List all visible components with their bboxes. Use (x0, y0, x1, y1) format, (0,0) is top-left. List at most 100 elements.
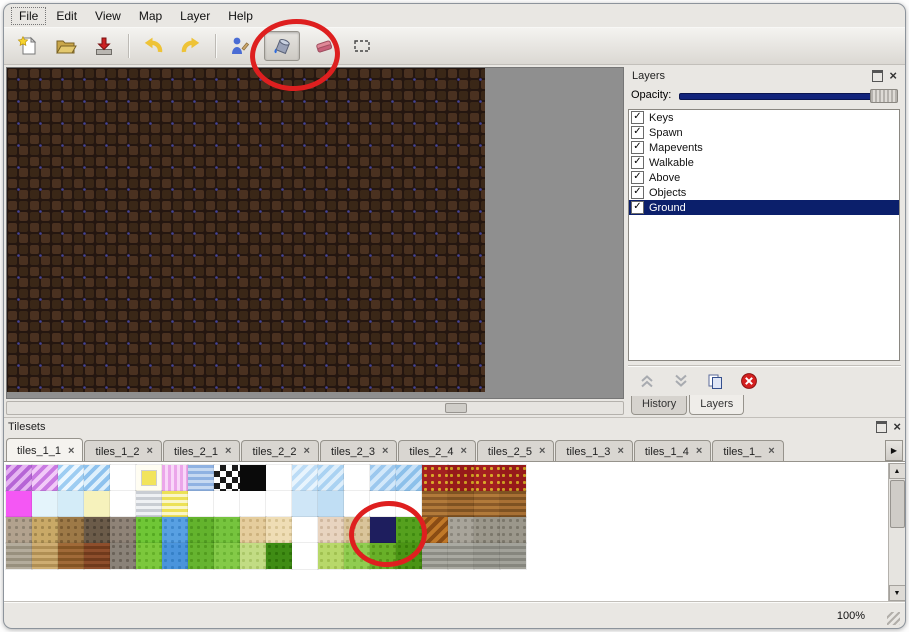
menu-view[interactable]: View (86, 6, 130, 26)
tileset-tile-r1c13[interactable] (344, 491, 370, 517)
tileset-tile-r0c6[interactable] (162, 465, 188, 491)
tileset-tile-r0c13[interactable] (344, 465, 370, 491)
layer-move-down-button[interactable] (670, 370, 692, 392)
tileset-tile-r0c16[interactable] (422, 465, 448, 491)
stamp-tool-button[interactable] (226, 32, 254, 60)
tileset-tile-r1c2[interactable] (58, 491, 84, 517)
tileset-tile-r2c11[interactable] (292, 517, 318, 543)
tab-close-icon[interactable]: × (68, 447, 74, 456)
panel-close-icon[interactable]: × (889, 71, 897, 81)
tab-scroll-right-button[interactable]: ▶ (885, 440, 903, 461)
layer-row-above[interactable]: ✓Above (629, 170, 899, 185)
rect-select-tool-button[interactable] (348, 32, 376, 60)
tileset-tab-tiles_2_1[interactable]: tiles_2_1× (163, 440, 240, 461)
tileset-tile-r3c0[interactable] (6, 543, 32, 569)
tileset-tile-r2c12[interactable] (318, 517, 344, 543)
layer-row-mapevents[interactable]: ✓Mapevents (629, 140, 899, 155)
tileset-tile-r3c10[interactable] (266, 543, 292, 569)
tileset-tile-r1c10[interactable] (266, 491, 292, 517)
tileset-tile-r1c15[interactable] (396, 491, 422, 517)
layer-visibility-checkbox[interactable]: ✓ (631, 111, 644, 124)
tab-close-icon[interactable]: × (539, 447, 545, 456)
tileset-tile-r1c3[interactable] (84, 491, 110, 517)
tileset-tile-r0c5[interactable] (136, 465, 162, 491)
tileset-tile-r0c7[interactable] (188, 465, 214, 491)
tileset-tile-r1c9[interactable] (240, 491, 266, 517)
tileset-tile-r3c19[interactable] (500, 543, 526, 569)
layer-row-ground[interactable]: ✓Ground (629, 200, 899, 215)
tileset-tile-r3c14[interactable] (370, 543, 396, 569)
tileset-tile-r2c5[interactable] (136, 517, 162, 543)
tileset-tile-r3c1[interactable] (32, 543, 58, 569)
canvas-horizontal-scrollbar[interactable] (6, 401, 624, 415)
redo-button[interactable] (177, 32, 205, 60)
panel-float-icon[interactable] (876, 421, 887, 433)
layer-visibility-checkbox[interactable]: ✓ (631, 171, 644, 184)
tab-close-icon[interactable]: × (696, 447, 702, 456)
opacity-slider-track[interactable] (679, 93, 898, 100)
tileset-tile-r3c8[interactable] (214, 543, 240, 569)
tileset-tile-r2c19[interactable] (500, 517, 526, 543)
layer-visibility-checkbox[interactable]: ✓ (631, 186, 644, 199)
new-map-button[interactable] (14, 32, 42, 60)
layer-visibility-checkbox[interactable]: ✓ (631, 126, 644, 139)
menu-layer[interactable]: Layer (171, 6, 219, 26)
tileset-tile-r2c2[interactable] (58, 517, 84, 543)
tileset-tile-r3c16[interactable] (422, 543, 448, 569)
tileset-tile-r1c11[interactable] (292, 491, 318, 517)
tileset-tile-r1c5[interactable] (136, 491, 162, 517)
tileset-tile-r0c14[interactable] (370, 465, 396, 491)
layer-row-spawn[interactable]: ✓Spawn (629, 125, 899, 140)
resize-grip-icon[interactable] (887, 612, 900, 625)
tab-close-icon[interactable]: × (768, 447, 774, 456)
tileset-tile-r2c9[interactable] (240, 517, 266, 543)
tileset-tile-r3c3[interactable] (84, 543, 110, 569)
layer-row-objects[interactable]: ✓Objects (629, 185, 899, 200)
tab-close-icon[interactable]: × (147, 447, 153, 456)
open-map-button[interactable] (52, 32, 80, 60)
layer-visibility-checkbox[interactable]: ✓ (631, 156, 644, 169)
tileset-tile-r0c9[interactable] (240, 465, 266, 491)
tileset-tile-r0c3[interactable] (84, 465, 110, 491)
tileset-tile-r0c18[interactable] (474, 465, 500, 491)
layer-move-up-button[interactable] (636, 370, 658, 392)
tileset-tile-r1c12[interactable] (318, 491, 344, 517)
tileset-tile-r1c19[interactable] (500, 491, 526, 517)
tileset-tile-r3c15[interactable] (396, 543, 422, 569)
tileset-tile-r2c16[interactable] (422, 517, 448, 543)
tileset-tile-r3c2[interactable] (58, 543, 84, 569)
delete-layer-button[interactable] (738, 370, 760, 392)
tileset-tab-tiles_1_2[interactable]: tiles_1_2× (84, 440, 161, 461)
tileset-tile-r2c1[interactable] (32, 517, 58, 543)
layer-visibility-checkbox[interactable]: ✓ (631, 141, 644, 154)
tileset-tab-tiles_1_3[interactable]: tiles_1_3× (555, 440, 632, 461)
tileset-tile-r1c4[interactable] (110, 491, 136, 517)
tileset-tile-r0c15[interactable] (396, 465, 422, 491)
tileset-tile-r0c12[interactable] (318, 465, 344, 491)
tileset-tile-r3c5[interactable] (136, 543, 162, 569)
tileset-tile-r0c4[interactable] (110, 465, 136, 491)
tileset-tile-r2c10[interactable] (266, 517, 292, 543)
tab-history[interactable]: History (631, 396, 687, 415)
tileset-tile-r2c0[interactable] (6, 517, 32, 543)
tab-layers[interactable]: Layers (689, 395, 744, 415)
tileset-tab-tiles_1_[interactable]: tiles_1_× (712, 440, 783, 461)
tileset-tile-r2c15[interactable] (396, 517, 422, 543)
tileset-tile-r0c2[interactable] (58, 465, 84, 491)
tileset-tile-r1c6[interactable] (162, 491, 188, 517)
tileset-tab-tiles_1_4[interactable]: tiles_1_4× (634, 440, 711, 461)
tileset-tile-r2c8[interactable] (214, 517, 240, 543)
menu-map[interactable]: Map (130, 6, 171, 26)
save-map-button[interactable] (90, 32, 118, 60)
map-tiles[interactable] (7, 68, 485, 392)
tileset-tile-r3c11[interactable] (292, 543, 318, 569)
tileset-tile-r1c8[interactable] (214, 491, 240, 517)
tileset-tile-r3c17[interactable] (448, 543, 474, 569)
tileset-tile-r2c7[interactable] (188, 517, 214, 543)
tileset-tile-r1c18[interactable] (474, 491, 500, 517)
opacity-slider[interactable] (679, 88, 898, 102)
opacity-slider-thumb[interactable] (870, 89, 898, 103)
layer-row-walkable[interactable]: ✓Walkable (629, 155, 899, 170)
tileset-tab-tiles_2_4[interactable]: tiles_2_4× (398, 440, 475, 461)
tileset-tile-r1c17[interactable] (448, 491, 474, 517)
